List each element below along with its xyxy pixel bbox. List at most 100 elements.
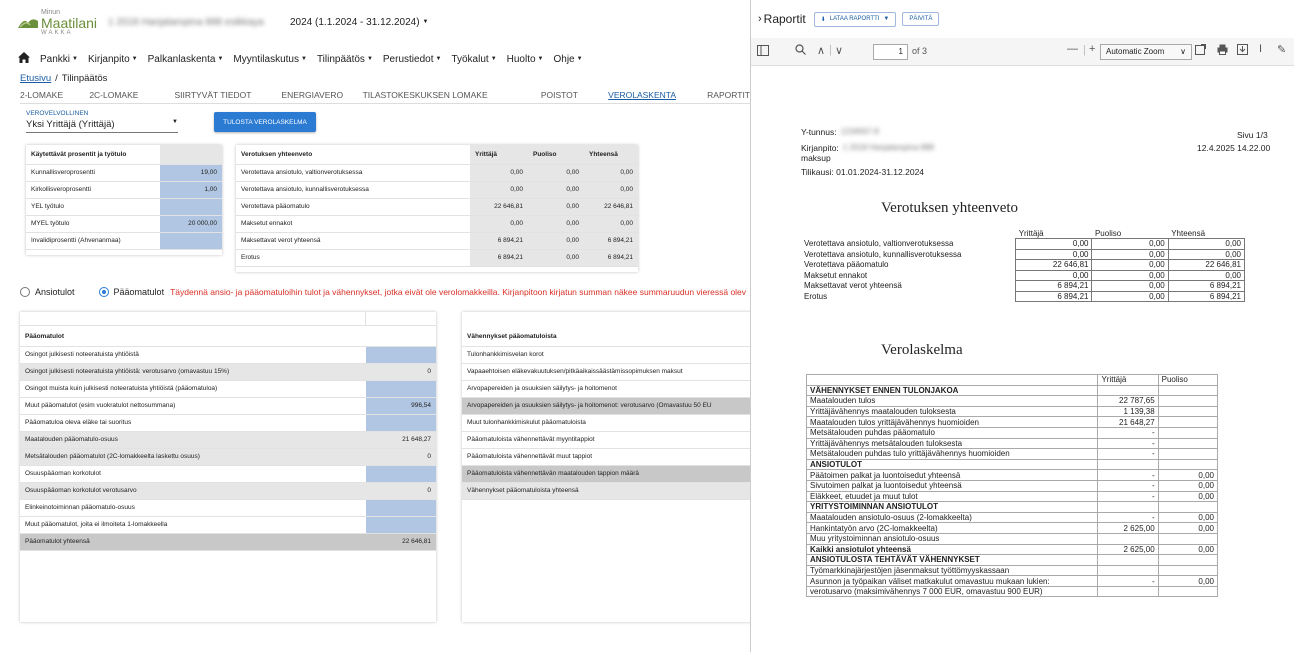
search-icon[interactable] [795, 44, 806, 58]
table-row: Osingot muista kuin julkisesti noteeratu… [20, 380, 436, 398]
cell: 0,00 [584, 215, 638, 233]
tab-siirtyvat-tiedot[interactable]: SIIRTYVÄT TIEDOT [174, 90, 281, 104]
paaomatulot-value[interactable] [366, 516, 436, 534]
tab-tilastokeskuksen-lomake[interactable]: TILASTOKESKUKSEN LOMAKE [363, 90, 541, 104]
table-row: Erotus 6 894,21 0,00 6 894,21 [236, 249, 638, 267]
logo[interactable]: Minun Maatilani WAKKA [18, 9, 100, 36]
table-row: Osingot julkisesti noteeratuista yhtiöis… [20, 363, 436, 381]
tab-2c-lomake[interactable]: 2C-LOMAKE [89, 90, 174, 104]
cell [1097, 384, 1159, 397]
paaomatulot-value[interactable] [366, 499, 436, 517]
cell: 0,00 [1157, 543, 1219, 556]
page-number-input[interactable]: 1 [873, 44, 908, 60]
kunnallisvero-input[interactable]: 19,00 [160, 164, 222, 182]
nav-label: Perustiedot [382, 53, 434, 65]
radio-paaomatulot-label[interactable]: Pääomatulot [114, 287, 165, 297]
chevron-right-icon[interactable]: › [758, 13, 762, 25]
column-header [805, 374, 1099, 386]
paaomatulot-value[interactable] [366, 465, 436, 483]
draw-pen-icon[interactable]: ✎ [1277, 43, 1286, 56]
caret-down-icon: ▼ [537, 56, 544, 62]
row-label: Pääomatuloista vähennettävän maatalouden… [462, 465, 750, 483]
paaomatulot-value[interactable] [366, 346, 436, 364]
print-icon[interactable] [1217, 44, 1228, 58]
tab-energiavero[interactable]: ENERGIAVERO [281, 90, 362, 104]
tab-2-lomake[interactable]: 2-LOMAKE [20, 90, 89, 104]
verovelvollinen-select[interactable]: VEROVELVOLLINEN Yksi Yrittäjä (Yrittäjä)… [26, 110, 178, 133]
sidebar-toggle-icon[interactable] [757, 45, 769, 59]
row-label: Pääomatulot yhteensä [20, 533, 366, 551]
radio-ansiotulot[interactable] [20, 287, 30, 297]
nav-kirjanpito[interactable]: Kirjanpito ▼ [88, 54, 138, 65]
row-label: Verotettava pääomatulo [804, 260, 889, 270]
warning-text: Täydennä ansio- ja pääomatuloihin tulot … [170, 287, 747, 297]
nav-myyntilaskutus[interactable]: Myyntilaskutus ▼ [233, 54, 307, 65]
nav-pankki[interactable]: Pankki ▼ [40, 54, 78, 65]
tab-verolaskenta[interactable]: VEROLASKENTA [608, 90, 707, 104]
nav-tilinpaatos[interactable]: Tilinpäätös ▼ [317, 54, 373, 65]
nav-perustiedot[interactable]: Perustiedot ▼ [383, 54, 442, 65]
next-page-icon[interactable]: ∨ [835, 44, 843, 57]
nav-huolto[interactable]: Huolto ▼ [507, 54, 544, 65]
yel-tyotulo-input[interactable] [160, 198, 222, 216]
refresh-button[interactable]: PÄIVITÄ [902, 12, 940, 26]
maksup: maksup [801, 153, 831, 163]
table-row: Osuuspääoman korkotulot [20, 465, 436, 483]
radio-ansiotulot-label[interactable]: Ansiotulot [35, 287, 75, 297]
table-row: Maatalouden tulos 22 787,65 [805, 395, 1219, 407]
table-row: Maksetut ennakot 0,00 0,00 0,00 [236, 215, 638, 233]
period-select[interactable]: 2024 (1.1.2024 - 31.12.2024) ▼ [290, 17, 429, 28]
save-icon[interactable] [1237, 44, 1248, 58]
ytunnus-label: Y-tunnus: [801, 127, 837, 137]
prosentit-label: Kunnallisveroprosentti [26, 164, 160, 182]
open-file-icon[interactable] [1195, 44, 1206, 58]
cell: 0,00 [470, 181, 528, 199]
table-row: ANSIOTULOSTA TEHTÄVÄT VÄHENNYKSET [805, 554, 1219, 566]
nav-ohje[interactable]: Ohje ▼ [554, 54, 583, 65]
cell: 0,00 [1157, 479, 1219, 492]
row-label: Tulonhankkimisvelan korot [462, 346, 750, 364]
caret-down-icon: ▼ [217, 56, 224, 62]
table-row: Osingot julkisesti noteeratuista yhtiöis… [20, 346, 436, 364]
nav-tyokalut[interactable]: Työkalut ▼ [451, 54, 496, 65]
nav-palkanlaskenta[interactable]: Palkanlaskenta ▼ [148, 54, 224, 65]
paaomatulot-value[interactable] [366, 414, 436, 432]
table-row: verotusarvo (maksimivähennys 7 000 EUR, … [805, 585, 1219, 598]
tab-poistot[interactable]: POISTOT [541, 90, 608, 104]
cell: 6 894,21 [470, 232, 528, 250]
home-icon[interactable] [18, 52, 30, 66]
invalidiprosentti-input[interactable] [160, 232, 222, 250]
previous-page-icon[interactable]: ∧ [817, 44, 825, 57]
zoom-out-icon[interactable]: — [1067, 43, 1078, 55]
row-label: Verotettava ansiotulo, kunnallisverotuks… [804, 249, 962, 259]
print-tax-calculation-button[interactable]: TULOSTA VEROLASKELMA [214, 112, 316, 132]
company-name[interactable]: 1 2018 Hanjalampina 888 esikkaya [108, 17, 268, 28]
tilikausi: Tilikausi: 01.01.2024-31.12.2024 [801, 167, 925, 177]
table-row: Maksettavat verot yhteensä 6 894,21 0,00 6 … [236, 232, 638, 250]
row-label: Sivutoimen palkat ja luontoisedut yhteen… [805, 479, 1099, 492]
page-indicator: Sivu 1/3 [1237, 130, 1268, 140]
row-label: Maatalouden ansiotulo-osuus (2-lomakkeel… [805, 511, 1099, 524]
kirkollisvero-input[interactable]: 1,00 [160, 181, 222, 199]
table-row: Verotettava ansiotulo, valtionverotukses… [236, 164, 638, 182]
text-cursor-icon[interactable]: I [1259, 43, 1262, 55]
row-label: Arvopapereiden ja osuuksien säilytys- ja… [462, 380, 750, 398]
empty-cell [801, 228, 1016, 239]
table-row: Pääomatuloa oleva eläke tai suoritus [20, 414, 436, 432]
table-row: YRITYSTOIMINNAN ANSIOTULOT [805, 501, 1219, 513]
cell: - [1097, 469, 1159, 481]
breadcrumb-home-link[interactable]: Etusivu [20, 73, 51, 84]
paaomatulot-value[interactable] [366, 380, 436, 398]
myel-tyotulo-input[interactable]: 20 000,00 [160, 215, 222, 233]
cell [1097, 532, 1159, 545]
tab-raportit[interactable]: RAPORTIT [707, 90, 750, 104]
cell [1157, 384, 1219, 397]
table-row: Pääomatuloista vähennettävän maatalouden… [462, 465, 750, 483]
zoom-in-icon[interactable]: + [1089, 43, 1095, 55]
paaomatulot-value[interactable]: 996,54 [366, 397, 436, 415]
cell [1157, 564, 1219, 577]
zoom-select[interactable]: Automatic Zoom ∨ [1100, 44, 1192, 60]
radio-paaomatulot[interactable] [98, 287, 109, 297]
download-report-button[interactable]: ⬇ LATAA RAPORTTI ▼ [813, 11, 897, 27]
row-label: Asunnon ja työpaikan väliset matkakulut … [805, 575, 1099, 587]
